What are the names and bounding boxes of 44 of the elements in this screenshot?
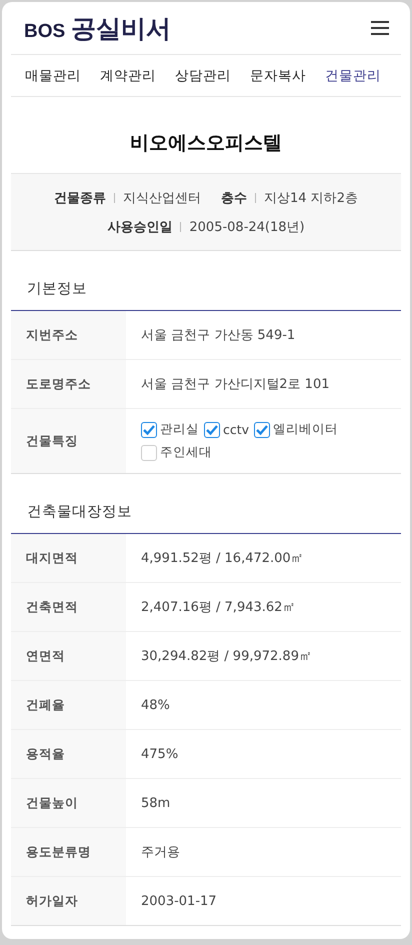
row-value: 2003-01-17 <box>140 892 218 910</box>
menu-icon[interactable] <box>371 21 389 35</box>
summary-label: 사용승인일 <box>107 219 172 236</box>
checkbox[interactable] <box>204 422 220 438</box>
row-label: 건물특징 <box>11 409 126 473</box>
summary-value: 2005-08-24(18년) <box>189 219 305 236</box>
logo-text: BOS <box>24 20 66 42</box>
row-value: 주거용 <box>140 844 181 862</box>
nav-tab[interactable]: 문자복사 <box>250 66 306 84</box>
summary-label: 층수 <box>221 190 248 207</box>
checkbox-label: 관리실 <box>160 421 199 438</box>
row-label: 건물높이 <box>11 779 126 827</box>
summary-label: 건물종류 <box>54 190 106 207</box>
checkbox[interactable] <box>141 444 157 460</box>
row-value: 30,294.82평 / 99,972.89㎡ <box>140 648 313 666</box>
summary-value: 지식산업센터 <box>123 190 202 207</box>
row-value: 서울 금천구 가산동 549-1 <box>140 327 296 345</box>
row-label: 용도분류명 <box>11 828 126 876</box>
row-value: 48% <box>140 696 171 714</box>
checkbox[interactable] <box>141 422 157 438</box>
row-label: 용적율 <box>11 730 126 778</box>
row-value: 58m <box>140 794 172 812</box>
row-label: 연면적 <box>11 632 126 680</box>
row-label: 지번주소 <box>11 311 126 359</box>
checkbox-label: 엘리베이터 <box>273 421 338 438</box>
building-title: 비오에스오피스텔 <box>129 131 283 156</box>
nav-tab[interactable]: 상담관리 <box>175 66 231 84</box>
nav-tab[interactable]: 계약관리 <box>100 66 156 84</box>
row-label: 대지면적 <box>11 534 126 582</box>
row-value: 475% <box>140 746 180 764</box>
row-label: 건축면적 <box>11 583 126 631</box>
row-label: 건폐율 <box>11 681 126 729</box>
summary-value: 지상14 지하2층 <box>264 190 358 207</box>
logo-title: 공실비서 <box>71 12 172 44</box>
row-value: 2,407.16평 / 7,943.62㎡ <box>140 599 296 617</box>
row-label: 도로명주소 <box>11 360 126 408</box>
row-value: 서울 금천구 가산디지털2로 101 <box>140 376 330 394</box>
nav-tab[interactable]: 건물관리 <box>325 66 381 84</box>
checkbox[interactable] <box>254 422 270 438</box>
checkbox-label: cctv <box>223 422 250 437</box>
checkbox-label: 주인세대 <box>160 444 212 461</box>
row-label: 허가일자 <box>11 877 126 925</box>
nav-tab[interactable]: 매물관리 <box>25 66 81 84</box>
row-value: 4,991.52평 / 16,472.00㎡ <box>140 550 305 568</box>
